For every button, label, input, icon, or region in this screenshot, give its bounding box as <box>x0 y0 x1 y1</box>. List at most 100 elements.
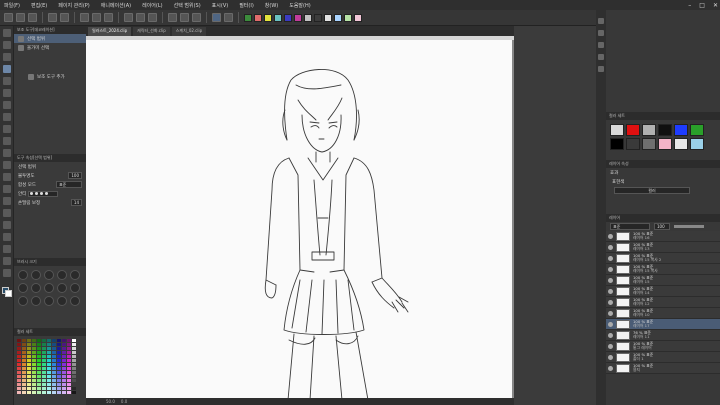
palette-color[interactable] <box>22 343 26 346</box>
eye-icon[interactable] <box>608 244 613 250</box>
layer-row[interactable]: 100 % 표준 밑그 레이어 <box>606 341 720 352</box>
palette-color[interactable] <box>57 383 61 386</box>
palette-color[interactable] <box>52 375 56 378</box>
frame-tool-icon[interactable] <box>2 221 11 229</box>
layer-row[interactable]: 100 % 표준 레이어 15 <box>606 275 720 286</box>
palette-color[interactable] <box>32 339 36 342</box>
palette-color[interactable] <box>42 347 46 350</box>
eraser-tool-icon[interactable] <box>2 161 11 169</box>
menu-file[interactable]: 파일(F) <box>4 2 20 9</box>
brush-size-option[interactable] <box>44 283 54 293</box>
palette-color[interactable] <box>27 363 31 366</box>
palette-color[interactable] <box>52 339 56 342</box>
quick-color-swatch[interactable] <box>324 13 332 22</box>
eye-icon[interactable] <box>608 354 613 360</box>
palette-color[interactable] <box>47 387 51 390</box>
text-tool-icon[interactable] <box>2 245 11 253</box>
palette-color[interactable] <box>42 367 46 370</box>
palette-color[interactable] <box>52 383 56 386</box>
quick-color-swatch[interactable] <box>244 13 252 22</box>
brush-size-option[interactable] <box>31 270 41 280</box>
blend-tool-icon[interactable] <box>2 173 11 181</box>
brush-size-option[interactable] <box>31 283 41 293</box>
palette-color[interactable] <box>27 367 31 370</box>
brush-size-option[interactable] <box>57 283 67 293</box>
palette-color[interactable] <box>67 363 71 366</box>
brush-size-option[interactable] <box>70 296 80 306</box>
canvas-area[interactable] <box>86 40 514 400</box>
color-set-swatch[interactable] <box>610 124 624 136</box>
color-set-swatch[interactable] <box>690 138 704 150</box>
palette-color[interactable] <box>22 391 26 394</box>
palette-color[interactable] <box>32 383 36 386</box>
palette-color[interactable] <box>37 339 41 342</box>
palette-color[interactable] <box>62 363 66 366</box>
palette-color[interactable] <box>72 355 76 358</box>
palette-color[interactable] <box>52 379 56 382</box>
palette-color[interactable] <box>32 363 36 366</box>
palette-color[interactable] <box>67 343 71 346</box>
palette-color[interactable] <box>42 383 46 386</box>
palette-color[interactable] <box>27 391 31 394</box>
palette-color[interactable] <box>47 383 51 386</box>
palette-color[interactable] <box>17 375 21 378</box>
selection-tool-icon[interactable] <box>2 65 11 73</box>
redo-icon[interactable] <box>60 13 69 22</box>
pen-tool-icon[interactable] <box>2 101 11 109</box>
palette-color[interactable] <box>27 355 31 358</box>
add-subtool-button[interactable]: 보조 도구 추가 <box>14 72 86 81</box>
figure-tool-icon[interactable] <box>2 209 11 217</box>
eye-icon[interactable] <box>608 365 613 371</box>
blend-mode-select[interactable]: 표준 <box>56 181 82 188</box>
layer-property-icon[interactable] <box>598 54 604 60</box>
palette-color[interactable] <box>57 351 61 354</box>
menu-page[interactable]: 페이지 관리(P) <box>58 2 90 9</box>
palette-color[interactable] <box>27 379 31 382</box>
palette-color[interactable] <box>22 367 26 370</box>
brush-tool-icon[interactable] <box>2 125 11 133</box>
palette-color[interactable] <box>47 367 51 370</box>
close-icon[interactable]: ✕ <box>713 2 718 9</box>
palette-color[interactable] <box>37 383 41 386</box>
menu-help[interactable]: 도움말(H) <box>289 2 310 9</box>
palette-color[interactable] <box>47 351 51 354</box>
palette-color[interactable] <box>42 339 46 342</box>
quick-color-swatch[interactable] <box>284 13 292 22</box>
palette-color[interactable] <box>32 351 36 354</box>
palette-color[interactable] <box>32 359 36 362</box>
palette-color[interactable] <box>17 367 21 370</box>
palette-color[interactable] <box>47 339 51 342</box>
palette-color[interactable] <box>62 347 66 350</box>
eye-icon[interactable] <box>608 277 613 283</box>
palette-color[interactable] <box>32 355 36 358</box>
grid-icon[interactable] <box>192 13 201 22</box>
menu-selection[interactable]: 선택 범위(S) <box>174 2 201 9</box>
color-set-swatch[interactable] <box>642 124 656 136</box>
palette-color[interactable] <box>47 371 51 374</box>
eye-icon[interactable] <box>608 332 613 338</box>
palette-color[interactable] <box>57 339 61 342</box>
palette-color[interactable] <box>72 367 76 370</box>
palette-color[interactable] <box>32 379 36 382</box>
palette-color[interactable] <box>57 363 61 366</box>
quick-color-swatch[interactable] <box>264 13 272 22</box>
palette-color[interactable] <box>42 375 46 378</box>
layer-blend-mode-select[interactable]: 표준 <box>610 223 650 230</box>
palette-color[interactable] <box>67 359 71 362</box>
palette-color[interactable] <box>57 343 61 346</box>
palette-color[interactable] <box>17 391 21 394</box>
quick-color-swatch[interactable] <box>274 13 282 22</box>
palette-color[interactable] <box>42 359 46 362</box>
color-set-icon[interactable] <box>598 42 604 48</box>
palette-color[interactable] <box>52 371 56 374</box>
palette-color[interactable] <box>37 379 41 382</box>
palette-color[interactable] <box>22 363 26 366</box>
palette-color[interactable] <box>22 379 26 382</box>
palette-color[interactable] <box>57 387 61 390</box>
palette-color[interactable] <box>17 379 21 382</box>
zoom-readout[interactable]: 50.0 <box>106 399 115 404</box>
color-wheel-icon[interactable] <box>598 30 604 36</box>
palette-color[interactable] <box>17 371 21 374</box>
color-set-swatch[interactable] <box>690 124 704 136</box>
palette-color[interactable] <box>27 347 31 350</box>
